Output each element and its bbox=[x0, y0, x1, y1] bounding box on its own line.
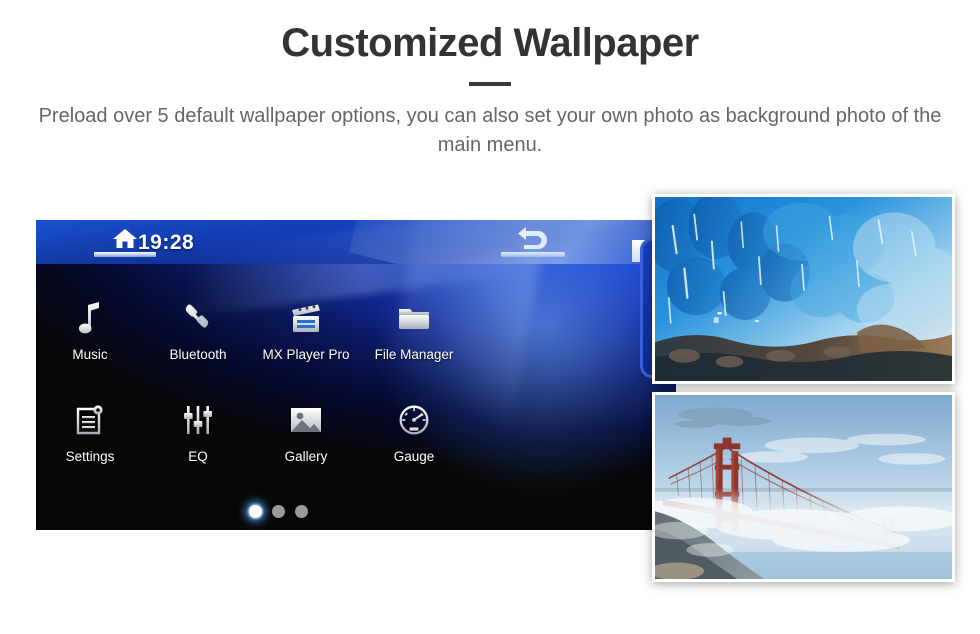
golden-gate-image bbox=[655, 395, 952, 579]
app-label: Music bbox=[72, 347, 108, 362]
back-button[interactable] bbox=[501, 226, 565, 259]
golden-gate-bridge-wallpaper[interactable] bbox=[652, 392, 955, 582]
home-icon bbox=[112, 226, 138, 250]
folder-icon bbox=[360, 298, 468, 338]
car-headunit-screen: Music Bluetooth MX Player Pro File Manag… bbox=[36, 220, 676, 530]
ice-cave-image bbox=[655, 197, 952, 381]
app-label: Settings bbox=[65, 449, 115, 464]
page-dot-active[interactable] bbox=[249, 505, 262, 518]
app-label: MX Player Pro bbox=[262, 347, 350, 362]
app-label: Bluetooth bbox=[169, 347, 227, 362]
speedometer-icon bbox=[360, 400, 468, 440]
app-gauge[interactable]: Gauge bbox=[360, 400, 468, 464]
page-dot[interactable] bbox=[272, 505, 285, 518]
page-title: Customized Wallpaper bbox=[281, 21, 699, 65]
page-root: Customized Wallpaper Preload over 5 defa… bbox=[0, 0, 980, 634]
app-bluetooth[interactable]: Bluetooth bbox=[144, 298, 252, 362]
page-indicator-dots bbox=[36, 505, 521, 518]
ice-cave-wallpaper[interactable] bbox=[652, 194, 955, 384]
page-subtitle: Preload over 5 default wallpaper options… bbox=[38, 105, 942, 156]
music-note-icon bbox=[36, 298, 144, 338]
status-bar-clock: 19:28 bbox=[138, 231, 195, 254]
app-music[interactable]: Music bbox=[36, 298, 144, 362]
clapperboard-icon bbox=[252, 298, 360, 338]
phone-handset-icon bbox=[144, 298, 252, 338]
page-dot[interactable] bbox=[295, 505, 308, 518]
back-arrow-icon bbox=[516, 226, 550, 250]
title-divider bbox=[469, 82, 511, 86]
app-eq[interactable]: EQ bbox=[144, 400, 252, 464]
app-label: File Manager bbox=[374, 347, 454, 362]
app-row-2: Settings EQ Gallery Gauge bbox=[36, 400, 521, 464]
status-bar bbox=[36, 220, 676, 264]
page-header: Customized Wallpaper Preload over 5 defa… bbox=[0, 0, 980, 160]
app-mx-player-pro[interactable]: MX Player Pro bbox=[252, 298, 360, 362]
app-label: EQ bbox=[188, 449, 208, 464]
app-settings[interactable]: Settings bbox=[36, 400, 144, 464]
photo-image-icon bbox=[252, 400, 360, 440]
back-button-underline bbox=[501, 252, 565, 257]
app-label: Gauge bbox=[393, 449, 435, 464]
app-grid: Music Bluetooth MX Player Pro File Manag… bbox=[36, 298, 521, 464]
app-gallery[interactable]: Gallery bbox=[252, 400, 360, 464]
settings-list-gear-icon bbox=[36, 400, 144, 440]
app-file-manager[interactable]: File Manager bbox=[360, 298, 468, 362]
app-row-1: Music Bluetooth MX Player Pro File Manag… bbox=[36, 298, 521, 362]
equalizer-sliders-icon bbox=[144, 400, 252, 440]
app-label: Gallery bbox=[284, 449, 328, 464]
